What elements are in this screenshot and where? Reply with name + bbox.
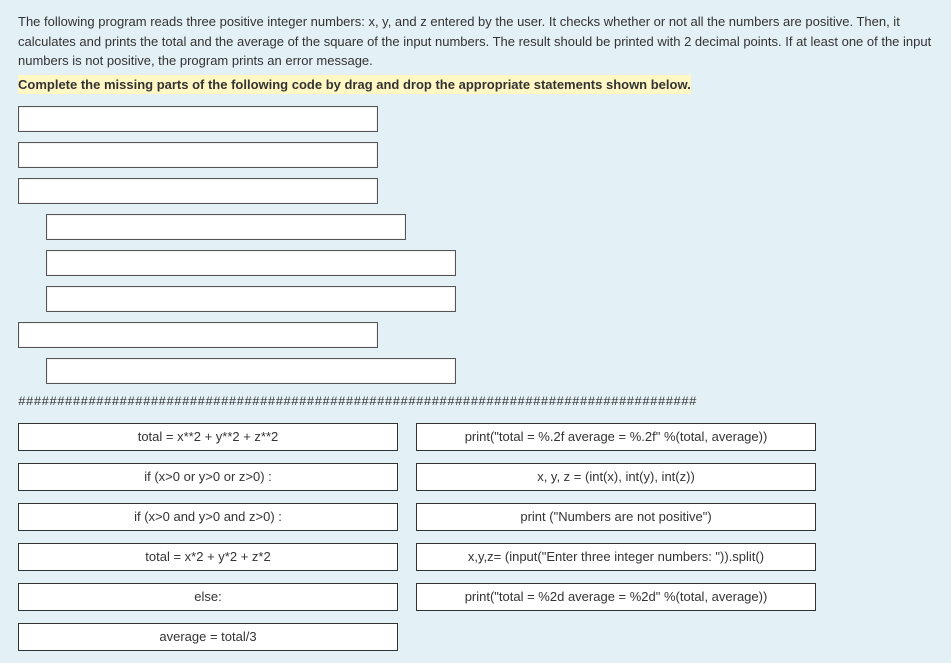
problem-description: The following program reads three positi… <box>18 12 933 71</box>
choice-if-and[interactable]: if (x>0 and y>0 and z>0) : <box>18 503 398 531</box>
code-drop-area <box>18 106 933 384</box>
drop-slot-6[interactable] <box>46 286 456 312</box>
choice-bank: total = x**2 + y**2 + z**2 print("total … <box>18 423 933 651</box>
section-divider: ########################################… <box>18 394 933 409</box>
drop-slot-1[interactable] <box>18 106 378 132</box>
choice-input-split[interactable]: x,y,z= (input("Enter three integer numbe… <box>416 543 816 571</box>
choice-print-error[interactable]: print ("Numbers are not positive") <box>416 503 816 531</box>
drop-slot-7[interactable] <box>18 322 378 348</box>
choice-average[interactable]: average = total/3 <box>18 623 398 651</box>
drop-slot-2[interactable] <box>18 142 378 168</box>
choice-int-cast[interactable]: x, y, z = (int(x), int(y), int(z)) <box>416 463 816 491</box>
drop-slot-4[interactable] <box>46 214 406 240</box>
instruction-text: Complete the missing parts of the follow… <box>18 75 691 94</box>
choice-if-or[interactable]: if (x>0 or y>0 or z>0) : <box>18 463 398 491</box>
choice-print-int[interactable]: print("total = %2d average = %2d" %(tota… <box>416 583 816 611</box>
choice-total-pow[interactable]: total = x**2 + y**2 + z**2 <box>18 423 398 451</box>
choice-else[interactable]: else: <box>18 583 398 611</box>
drop-slot-8[interactable] <box>46 358 456 384</box>
choice-total-mul[interactable]: total = x*2 + y*2 + z*2 <box>18 543 398 571</box>
drop-slot-5[interactable] <box>46 250 456 276</box>
drop-slot-3[interactable] <box>18 178 378 204</box>
choice-print-float[interactable]: print("total = %.2f average = %.2f" %(to… <box>416 423 816 451</box>
